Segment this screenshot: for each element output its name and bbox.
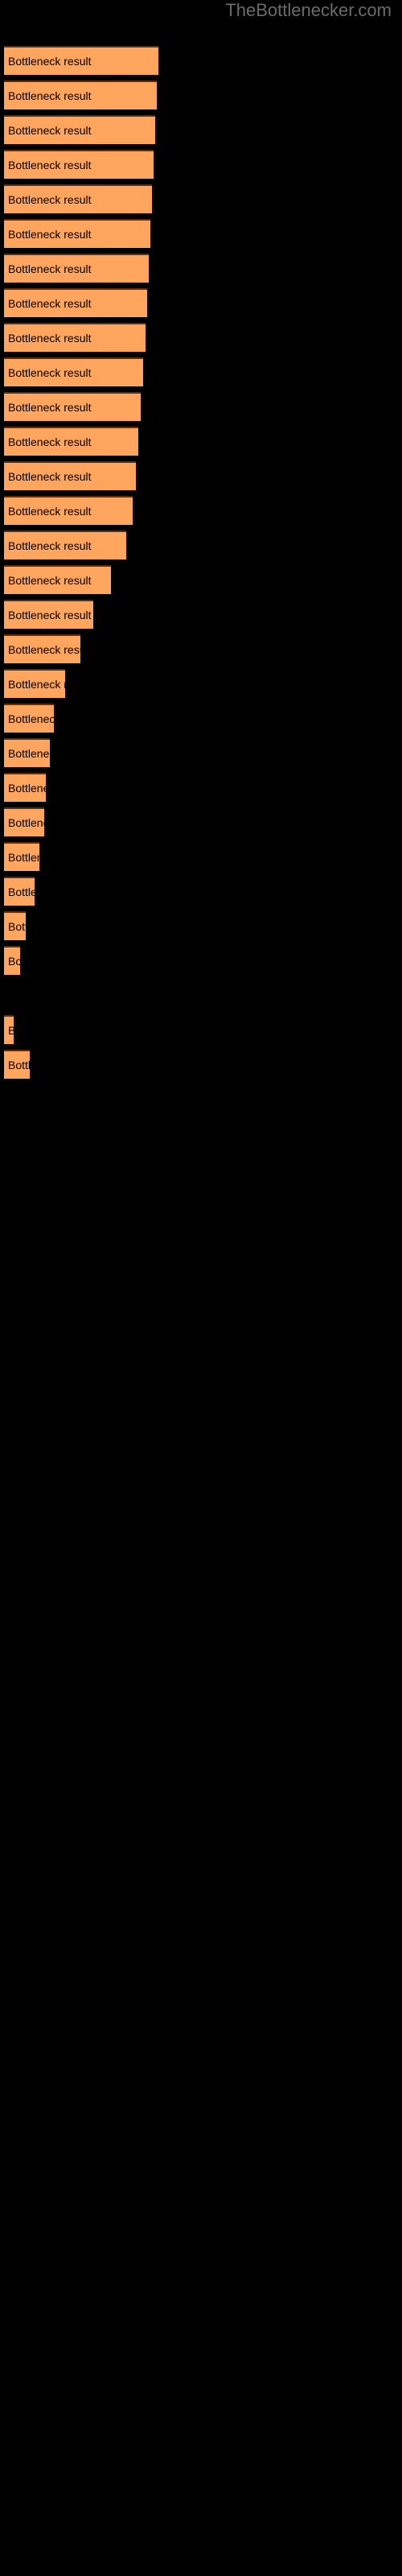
bar-label: Bottleneck result (8, 678, 65, 691)
bottleneck-chart-page: TheBottlenecker.com Bottleneck result Bot… (0, 0, 402, 2576)
bar-label: Bottleneck result (8, 712, 54, 725)
bar-chart-bar: Bottleneck result (4, 773, 46, 802)
bar-label: Bottleneck result (8, 228, 92, 241)
bar-chart-bar: Bottleneck result (4, 427, 138, 456)
bar-chart-bar: Bottleneck result (4, 1015, 14, 1044)
bar-label: Bottleneck result (8, 886, 35, 898)
bar-chart-bar: Bottleneck result (4, 738, 50, 767)
bar-label: Bottleneck result (8, 1059, 30, 1071)
bar-chart-bar: Bottleneck result (4, 323, 146, 352)
bar-label: Bottleneck result (8, 816, 44, 829)
bar-label: Bottleneck result (8, 539, 92, 552)
bar-label: Bottleneck result (8, 55, 92, 68)
bar-chart-bar: Bottleneck result (4, 254, 149, 283)
bar-chart-bar: Bottleneck result (4, 634, 80, 663)
bar-chart-bar: Bottleneck result (4, 80, 157, 109)
bar-chart-bar: Bottleneck result (4, 392, 141, 421)
bar-chart-bar: Bottleneck result (4, 669, 65, 698)
bar-label: Bottleneck result (8, 643, 80, 656)
bar-chart-bar: Bottleneck result (4, 461, 136, 490)
bar-label: Bottleneck result (8, 1023, 14, 1038)
bar-chart-bar: Bottleneck result (4, 184, 152, 213)
bar-chart-bar: Bottleneck result (4, 600, 93, 629)
bar-chart-bar: Bottleneck result (4, 946, 20, 975)
bar-chart-bar: Bottleneck result (4, 115, 155, 144)
bar-chart-plot-area: Bottleneck result Bottleneck result Bottle… (0, 0, 402, 2576)
bar-label: Bottleneck result (8, 332, 92, 345)
bar-chart-bar: Bottleneck result (4, 911, 26, 940)
bar-label: Bottleneck result (8, 262, 92, 275)
bar-chart-bar: Bottleneck result (4, 150, 154, 179)
bar-label: Bottleneck result (8, 159, 92, 171)
bar-chart-bar: Bottleneck result (4, 807, 44, 836)
bar-label: Bottleneck result (8, 747, 50, 760)
bar-chart-bar: Bottleneck result (4, 46, 158, 75)
bar-label: Bottleneck result (8, 124, 92, 137)
bar-label: Bottleneck result (8, 470, 92, 483)
bar-chart-bar: Bottleneck result (4, 877, 35, 906)
bar-chart-bar: Bottleneck result (4, 219, 150, 248)
bar-label: Bottleneck result (8, 574, 92, 587)
bar-label: Bottleneck result (8, 782, 46, 795)
bar-label: Bottleneck result (8, 505, 92, 518)
bar-chart-bar: Bottleneck result (4, 704, 54, 733)
bar-chart-bar: Bottleneck result (4, 530, 126, 559)
bar-label: Bottleneck result (8, 851, 39, 864)
bar-chart-bar: Bottleneck result (4, 1050, 30, 1079)
bar-chart-bar: Bottleneck result (4, 565, 111, 594)
bar-chart-bar: Bottleneck result (4, 357, 143, 386)
bar-label: Bottleneck result (8, 193, 92, 206)
bar-label: Bottleneck result (8, 955, 20, 968)
bar-label: Bottleneck result (8, 401, 92, 414)
bar-label: Bottleneck result (8, 920, 26, 933)
bar-label: Bottleneck result (8, 89, 92, 102)
bar-label: Bottleneck result (8, 366, 92, 379)
bar-chart-bar: Bottleneck result (4, 496, 133, 525)
bar-chart-bar: Bottleneck result (4, 288, 147, 317)
bar-chart-bar: Bottleneck result (4, 842, 39, 871)
bar-label: Bottleneck result (8, 609, 92, 621)
bar-label: Bottleneck result (8, 297, 92, 310)
bar-label: Bottleneck result (8, 436, 92, 448)
